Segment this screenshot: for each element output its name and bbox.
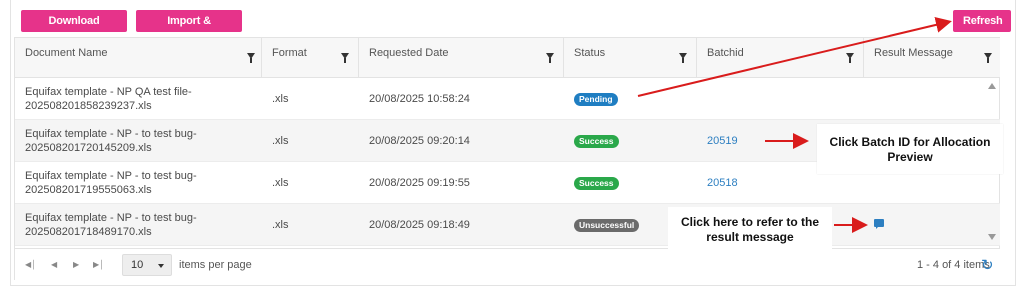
document-name-line: Equifax template - NP - to test bug-	[25, 128, 197, 140]
column-title: Requested Date	[369, 47, 449, 59]
document-name-line: 202508201719555063.xls	[25, 184, 152, 196]
batchid-annotation: Click Batch ID for Allocation Preview	[817, 124, 1003, 174]
column-header-batchid[interactable]: Batchid	[697, 38, 864, 78]
batchid-link[interactable]: 20518	[707, 176, 738, 190]
page-size-select[interactable]: 10	[122, 254, 172, 276]
column-header-result-message[interactable]: Result Message	[864, 38, 1000, 78]
last-page-icon[interactable]: ▶│	[93, 260, 104, 269]
first-page-icon[interactable]: ◀│	[25, 260, 36, 269]
grid-header: Document Name Format Requested Date Stat…	[15, 38, 1000, 78]
filter-icon[interactable]	[247, 53, 255, 63]
document-name-line: Equifax template - NP QA test file-	[25, 86, 192, 98]
import-generate-button[interactable]: Import & Generate	[136, 10, 242, 49]
column-header-requested-date[interactable]: Requested Date	[359, 38, 564, 78]
column-header-status[interactable]: Status	[564, 38, 697, 78]
status-cell: Success	[564, 162, 697, 204]
document-name-line: 202508201858239237.xls	[25, 100, 152, 112]
status-cell: Pending	[564, 78, 697, 120]
document-name-cell: Equifax template - NP - to test bug- 2025…	[15, 162, 262, 204]
document-name-line: Equifax template - NP - to test bug-	[25, 170, 197, 182]
column-title: Batchid	[707, 47, 744, 59]
document-name-cell: Equifax template - NP - to test bug- 2025…	[15, 204, 262, 246]
format-cell: .xls	[272, 93, 289, 105]
comment-icon[interactable]	[874, 219, 884, 229]
annotation-line: Click Batch ID for Allocation	[829, 135, 991, 149]
refresh-icon[interactable]: ↻	[981, 256, 994, 274]
next-page-icon[interactable]: ▶	[73, 260, 79, 269]
column-title: Document Name	[25, 47, 108, 59]
document-name-line: 202508201720145209.xls	[25, 142, 152, 154]
document-name-cell: Equifax template - NP - to test bug- 2025…	[15, 120, 262, 162]
annotation-line: result message	[706, 230, 794, 244]
batchid-cell	[697, 78, 864, 120]
table-row[interactable]: Equifax template - NP - to test bug- 2025…	[15, 204, 1000, 246]
result-message-annotation: Click here to refer to the result messag…	[668, 207, 832, 257]
scroll-up-arrow-icon[interactable]	[988, 83, 996, 89]
column-header-format[interactable]: Format	[262, 38, 359, 78]
requested-date-cell: 20/08/2025 09:18:49	[369, 219, 470, 231]
previous-page-icon[interactable]: ◀	[51, 260, 57, 269]
document-name-line: Equifax template - NP - to test bug-	[25, 212, 197, 224]
column-title: Status	[574, 47, 606, 59]
document-name-line: 202508201718489170.xls	[25, 226, 152, 238]
refresh-button[interactable]: Refresh	[953, 10, 1011, 32]
column-title: Format	[272, 47, 307, 59]
annotation-line: Click here to refer to the	[680, 215, 820, 229]
filter-icon[interactable]	[984, 53, 992, 63]
filter-icon[interactable]	[546, 53, 554, 63]
batchid-link[interactable]: 20519	[707, 134, 738, 148]
download-template-button[interactable]: Download Template	[21, 10, 127, 49]
format-cell: .xls	[272, 135, 289, 147]
filter-icon[interactable]	[846, 53, 854, 63]
annotation-line: Preview	[887, 150, 933, 164]
requested-date-cell: 20/08/2025 09:20:14	[369, 135, 470, 147]
column-title: Result Message	[874, 47, 953, 59]
filter-icon[interactable]	[679, 53, 687, 63]
item-range-label: 1 - 4 of 4 items	[917, 259, 990, 271]
status-cell: Success	[564, 120, 697, 162]
requested-date-cell: 20/08/2025 09:19:55	[369, 177, 470, 189]
items-per-page-label: items per page	[179, 259, 252, 271]
pager: ◀│ ◀ ▶ ▶│ 10 items per page 1 - 4 of 4 i…	[15, 248, 1000, 280]
format-cell: .xls	[272, 219, 289, 231]
status-badge: Success	[574, 176, 619, 190]
table-row[interactable]: Equifax template - NP QA test file- 20250…	[15, 78, 1000, 120]
document-name-cell: Equifax template - NP QA test file- 20250…	[15, 78, 262, 120]
requested-date-cell: 20/08/2025 10:58:24	[369, 93, 470, 105]
status-badge: Unsuccessful	[574, 218, 640, 232]
format-cell: .xls	[272, 177, 289, 189]
column-header-document-name[interactable]: Document Name	[15, 38, 262, 78]
chevron-down-icon	[158, 264, 164, 268]
filter-icon[interactable]	[341, 53, 349, 63]
scroll-down-arrow-icon[interactable]	[988, 234, 996, 240]
status-badge: Pending	[574, 92, 618, 106]
status-badge: Success	[574, 134, 619, 148]
page-size-value: 10	[131, 259, 144, 271]
